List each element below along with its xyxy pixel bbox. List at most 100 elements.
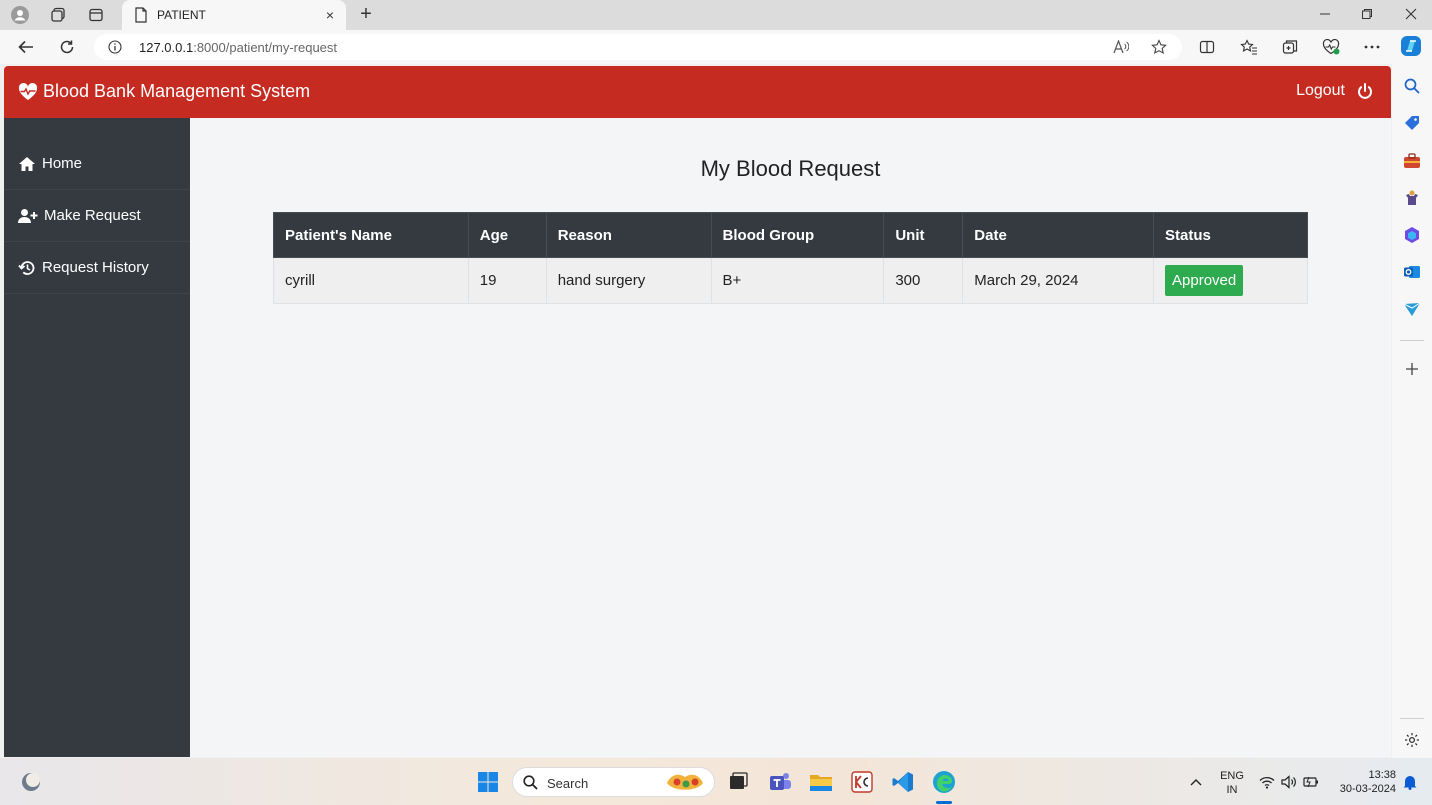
cell-age: 19 bbox=[467, 257, 547, 304]
edge-sidebar bbox=[1392, 64, 1432, 758]
app-sidebar: Home Make Request Request History bbox=[4, 118, 190, 757]
clock-time: 13:38 bbox=[1368, 769, 1396, 781]
show-hidden-icons-chevron-up-icon[interactable] bbox=[1184, 770, 1208, 794]
brand-link[interactable]: Blood Bank Management System bbox=[18, 81, 310, 102]
browser-tab-strip: PATIENT × + bbox=[0, 0, 1432, 30]
browser-essentials-icon[interactable] bbox=[1320, 37, 1342, 57]
settings-gear-icon[interactable] bbox=[1402, 730, 1422, 750]
add-icon[interactable] bbox=[1402, 359, 1422, 379]
vscode-icon[interactable] bbox=[891, 770, 915, 794]
volume-icon[interactable] bbox=[1277, 770, 1301, 794]
shopping-tag-icon[interactable] bbox=[1402, 113, 1422, 133]
battery-icon[interactable] bbox=[1299, 770, 1323, 794]
site-info-icon[interactable] bbox=[108, 40, 122, 59]
url-text: 127.0.0.1:8000/patient/my-request bbox=[139, 40, 338, 55]
user-plus-icon bbox=[18, 208, 38, 223]
web-page: Blood Bank Management System Logout Home… bbox=[4, 66, 1391, 757]
column-header: Reason bbox=[545, 212, 712, 258]
minimize-button[interactable] bbox=[1310, 5, 1340, 25]
workspaces-icon[interactable] bbox=[48, 5, 68, 25]
tab-actions-icon[interactable] bbox=[86, 5, 106, 25]
favorites-icon[interactable] bbox=[1238, 37, 1260, 57]
logout-button[interactable]: Logout bbox=[1296, 82, 1373, 100]
tab-patient[interactable]: PATIENT × bbox=[122, 0, 346, 30]
close-tab-button[interactable]: × bbox=[322, 7, 338, 23]
collections-icon[interactable] bbox=[1279, 37, 1301, 57]
table-header-row: Patient's Name Age Reason Blood Group Un… bbox=[273, 212, 1308, 258]
cell-date: March 29, 2024 bbox=[962, 257, 1155, 304]
column-header: Status bbox=[1153, 212, 1308, 258]
table-row: cyrill 19 hand surgery B+ 300 March 29, … bbox=[273, 257, 1308, 304]
language-label: ENG bbox=[1220, 770, 1244, 782]
logout-label: Logout bbox=[1296, 82, 1345, 99]
search-label: Search bbox=[547, 776, 589, 791]
page-icon bbox=[134, 7, 148, 28]
column-header: Age bbox=[467, 212, 547, 258]
sidebar-divider bbox=[1400, 340, 1424, 341]
sidebar-item-label: Request History bbox=[42, 259, 149, 276]
main-content: My Blood Request Patient's Name Age Reas… bbox=[190, 118, 1391, 757]
region-label: IN bbox=[1226, 784, 1238, 796]
search-icon bbox=[523, 775, 538, 795]
clock[interactable]: 13:38 30-03-2024 bbox=[1330, 768, 1396, 796]
weather-widget-icon[interactable] bbox=[19, 770, 43, 794]
column-header: Patient's Name bbox=[273, 212, 469, 258]
search-icon[interactable] bbox=[1402, 76, 1422, 96]
column-header: Unit bbox=[883, 212, 964, 258]
tools-icon[interactable] bbox=[1402, 151, 1422, 171]
taskbar-search[interactable]: Search bbox=[512, 767, 715, 797]
app-navbar: Blood Bank Management System Logout bbox=[4, 66, 1391, 118]
split-screen-icon[interactable] bbox=[1196, 37, 1218, 57]
outlook-icon[interactable] bbox=[1402, 262, 1422, 282]
search-highlight-icon bbox=[664, 771, 708, 800]
close-window-button[interactable] bbox=[1396, 5, 1426, 25]
url-bar[interactable]: 127.0.0.1:8000/patient/my-request bbox=[94, 34, 1182, 60]
teams-icon[interactable] bbox=[768, 770, 792, 794]
games-icon[interactable] bbox=[1402, 188, 1422, 208]
favorite-star-icon[interactable] bbox=[1150, 39, 1168, 55]
new-tab-button[interactable]: + bbox=[356, 4, 376, 25]
back-button[interactable] bbox=[15, 37, 37, 57]
address-toolbar: 127.0.0.1:8000/patient/my-request bbox=[0, 30, 1432, 64]
windows-start-icon[interactable] bbox=[476, 770, 500, 794]
tab-title: PATIENT bbox=[157, 8, 206, 22]
wifi-icon[interactable] bbox=[1255, 770, 1279, 794]
home-icon bbox=[19, 156, 35, 171]
status-badge: Approved bbox=[1165, 265, 1244, 296]
file-explorer-icon[interactable] bbox=[809, 770, 833, 794]
active-app-indicator bbox=[936, 801, 952, 804]
sidebar-item-request-history[interactable]: Request History bbox=[4, 242, 190, 294]
column-header: Blood Group bbox=[710, 212, 885, 258]
task-view-icon[interactable] bbox=[726, 770, 750, 794]
sidebar-divider bbox=[1400, 718, 1424, 719]
refresh-button[interactable] bbox=[56, 37, 78, 57]
notification-bell-icon[interactable] bbox=[1398, 770, 1422, 794]
copilot-icon[interactable] bbox=[1400, 36, 1422, 56]
restore-button[interactable] bbox=[1352, 5, 1382, 25]
sidebar-item-home[interactable]: Home bbox=[4, 138, 190, 190]
sidebar-item-make-request[interactable]: Make Request bbox=[4, 190, 190, 242]
microsoft-365-icon[interactable] bbox=[1402, 225, 1422, 245]
brand-title: Blood Bank Management System bbox=[43, 81, 311, 101]
cell-patient-name: cyrill bbox=[273, 257, 469, 304]
column-header: Date bbox=[962, 212, 1155, 258]
drop-icon[interactable] bbox=[1402, 299, 1422, 319]
cell-blood-group: B+ bbox=[710, 257, 885, 304]
clock-date: 30-03-2024 bbox=[1339, 783, 1396, 795]
edge-browser-icon[interactable] bbox=[932, 770, 956, 794]
page-title: My Blood Request bbox=[700, 156, 881, 181]
read-aloud-icon[interactable] bbox=[1112, 39, 1130, 55]
heartbeat-icon bbox=[18, 82, 38, 100]
input-language-indicator[interactable]: ENG IN bbox=[1216, 769, 1248, 797]
sidebar-item-label: Home bbox=[42, 155, 83, 172]
cell-unit: 300 bbox=[883, 257, 964, 304]
history-icon bbox=[18, 260, 35, 275]
more-options-icon[interactable] bbox=[1361, 37, 1383, 57]
cell-status: Approved bbox=[1153, 257, 1308, 304]
cell-reason: hand surgery bbox=[545, 257, 712, 304]
app-kc-icon[interactable] bbox=[850, 770, 874, 794]
profile-icon[interactable] bbox=[10, 5, 30, 25]
sidebar-item-label: Make Request bbox=[44, 207, 141, 224]
power-icon bbox=[1358, 82, 1372, 99]
blood-request-table: Patient's Name Age Reason Blood Group Un… bbox=[273, 212, 1308, 304]
